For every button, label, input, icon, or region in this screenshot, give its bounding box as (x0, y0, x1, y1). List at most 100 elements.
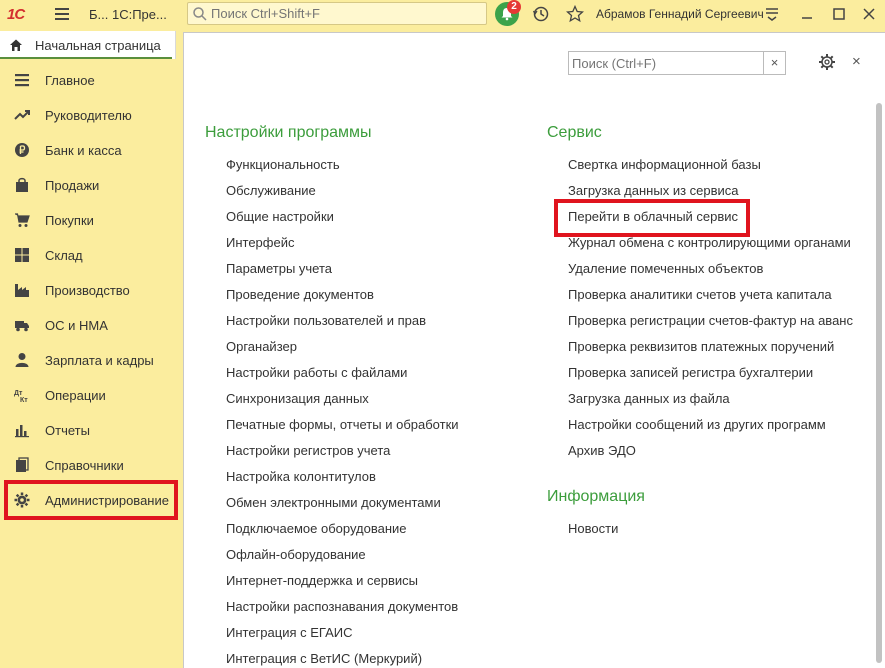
link-delete-marked[interactable]: Удаление помеченных объектов (568, 261, 763, 276)
link-general-settings[interactable]: Общие настройки (226, 209, 334, 224)
link-recognition-settings[interactable]: Настройки распознавания документов (226, 599, 458, 614)
link-functionality[interactable]: Функциональность (226, 157, 340, 172)
link-registers-settings[interactable]: Настройки регистров учета (226, 443, 390, 458)
sidebar-item-label: Руководителю (45, 108, 132, 123)
truck-icon (15, 321, 29, 332)
link-check-invoices[interactable]: Проверка регистрации счетов-фактур на ав… (568, 313, 853, 328)
sidebar-item-label: ОС и НМА (45, 318, 108, 333)
panel-settings-icon[interactable] (818, 53, 836, 71)
star-icon[interactable] (566, 5, 584, 23)
highlight-frame-cloud-link (554, 199, 750, 237)
tab-home-label: Начальная страница (35, 37, 161, 53)
app-title: Б... 1С:Пре... (89, 7, 167, 22)
panel-close-button[interactable]: × (852, 53, 861, 70)
minimize-icon[interactable] (798, 5, 816, 23)
section-title-info: Информация (547, 488, 645, 505)
link-posting-documents[interactable]: Проведение документов (226, 287, 374, 302)
factory-icon (15, 284, 29, 297)
link-accounting-params[interactable]: Параметры учета (226, 261, 332, 276)
sidebar-item-salary[interactable]: Зарплата и кадры (0, 342, 182, 377)
sidebar-item-label: Банк и касса (45, 143, 122, 158)
sidebar-item-label: Отчеты (45, 423, 90, 438)
vertical-scrollbar[interactable] (874, 93, 882, 668)
scrollbar-thumb[interactable] (876, 103, 882, 663)
sidebar-item-main[interactable]: Главное (0, 62, 182, 97)
clear-search-button[interactable]: × (763, 52, 785, 74)
books-icon (16, 457, 29, 472)
link-users-rights[interactable]: Настройки пользователей и прав (226, 313, 426, 328)
sidebar-item-assets[interactable]: ОС и НМА (0, 307, 182, 342)
person-icon (15, 353, 29, 367)
title-bar: 1С Б... 1С:Пре... 2 Абрамов Геннадий Сер… (0, 0, 885, 30)
link-load-from-file[interactable]: Загрузка данных из файла (568, 391, 730, 406)
section-title-settings: Настройки программы (205, 124, 372, 141)
user-name[interactable]: Абрамов Геннадий Сергеевич (596, 7, 764, 21)
boxes-icon (15, 248, 29, 262)
link-egais[interactable]: Интеграция с ЕГАИС (226, 625, 352, 640)
link-headers-footers[interactable]: Настройка колонтитулов (226, 469, 376, 484)
global-search-field[interactable] (211, 6, 481, 21)
link-print-forms[interactable]: Печатные формы, отчеты и обработки (226, 417, 459, 432)
link-message-settings[interactable]: Настройки сообщений из других программ (568, 417, 826, 432)
link-db-collapse[interactable]: Свертка информационной базы (568, 157, 761, 172)
section-title-service: Сервис (547, 124, 602, 141)
main-menu-icon[interactable] (55, 8, 69, 20)
trend-icon (14, 110, 30, 120)
link-vetis[interactable]: Интеграция с ВетИС (Меркурий) (226, 651, 422, 666)
close-window-icon[interactable] (860, 5, 878, 23)
svg-text:Кт: Кт (20, 397, 28, 403)
panel-search-field[interactable] (569, 52, 763, 74)
panel-search-input[interactable]: × (568, 51, 786, 75)
main-panel: × × Настройки программы Функциональность… (183, 32, 885, 668)
tab-home[interactable]: Начальная страница (0, 31, 176, 59)
link-offline-equipment[interactable]: Офлайн-оборудование (226, 547, 366, 562)
sidebar-item-operations[interactable]: Дт Кт Операции (0, 377, 182, 412)
link-check-payment-orders[interactable]: Проверка реквизитов платежных поручений (568, 339, 834, 354)
sidebar-item-label: Зарплата и кадры (45, 353, 154, 368)
link-file-settings[interactable]: Настройки работы с файлами (226, 365, 407, 380)
bar-chart-icon (15, 425, 29, 438)
sidebar-item-label: Продажи (45, 178, 100, 193)
link-internet-support[interactable]: Интернет-поддержка и сервисы (226, 573, 418, 588)
sidebar-item-purchases[interactable]: Покупки (0, 202, 182, 237)
link-load-from-service[interactable]: Загрузка данных из сервиса (568, 183, 739, 198)
global-search-input[interactable] (187, 2, 487, 25)
link-exchange-log[interactable]: Журнал обмена с контролирующими органами (568, 235, 851, 250)
sidebar-item-reports[interactable]: Отчеты (0, 412, 182, 447)
dt-kt-icon: ДтКт (14, 390, 28, 403)
sidebar: Главное Руководителю Банк и касса Продаж… (0, 60, 182, 668)
link-news[interactable]: Новости (568, 521, 618, 536)
link-edo-archive[interactable]: Архив ЭДО (568, 443, 636, 458)
shopping-bag-icon (16, 177, 28, 192)
sidebar-item-label: Операции (45, 388, 106, 403)
sidebar-item-label: Главное (45, 73, 95, 88)
cart-icon (15, 213, 30, 227)
search-icon (193, 6, 207, 21)
link-data-sync[interactable]: Синхронизация данных (226, 391, 369, 406)
active-tab-indicator (0, 57, 172, 59)
highlight-frame-administration (4, 480, 178, 520)
link-check-register-records[interactable]: Проверка записей регистра бухгалтерии (568, 365, 813, 380)
sidebar-item-directories[interactable]: Справочники (0, 447, 182, 482)
history-icon[interactable] (532, 5, 550, 23)
link-check-capital-accounts[interactable]: Проверка аналитики счетов учета капитала (568, 287, 832, 302)
sidebar-item-label: Справочники (45, 458, 124, 473)
maximize-icon[interactable] (830, 5, 848, 23)
sidebar-item-manager[interactable]: Руководителю (0, 97, 182, 132)
link-edi-exchange[interactable]: Обмен электронными документами (226, 495, 441, 510)
ruble-coin-icon (15, 143, 29, 157)
sidebar-item-production[interactable]: Производство (0, 272, 182, 307)
link-interface[interactable]: Интерфейс (226, 235, 294, 250)
sidebar-item-sales[interactable]: Продажи (0, 167, 182, 202)
link-organizer[interactable]: Органайзер (226, 339, 297, 354)
sidebar-item-warehouse[interactable]: Склад (0, 237, 182, 272)
menu-lines-icon (15, 74, 29, 87)
link-equipment[interactable]: Подключаемое оборудование (226, 521, 407, 536)
sidebar-item-bank[interactable]: Банк и касса (0, 132, 182, 167)
sidebar-item-label: Производство (45, 283, 130, 298)
link-maintenance[interactable]: Обслуживание (226, 183, 316, 198)
settings-menu-icon[interactable] (763, 5, 781, 23)
sidebar-item-label: Склад (45, 248, 83, 263)
app-logo: 1С (7, 6, 25, 23)
home-icon (10, 39, 22, 51)
